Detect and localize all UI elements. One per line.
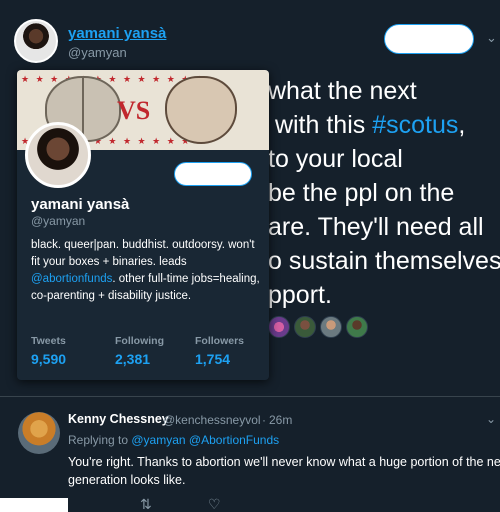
banner-vs-text: VS: [117, 96, 151, 125]
stat-value: 1,754: [195, 351, 231, 367]
author-display-name[interactable]: yamani yansà: [68, 25, 166, 42]
stat-following[interactable]: Following 2,381: [115, 335, 164, 367]
retweet-icon[interactable]: ⇅: [140, 496, 152, 512]
reply-avatar[interactable]: [18, 412, 60, 454]
profile-hover-card: ★ ★ ★ ★ ★ ★ ★ ★ ★ ★ ★ ★ ★ ★ ★ ★ ★ ★ ★ ★ …: [17, 70, 269, 380]
liker-avatar[interactable]: [320, 316, 342, 338]
reply-timestamp[interactable]: 26m: [269, 413, 292, 427]
separator-dot: ·: [262, 413, 266, 427]
liker-avatar[interactable]: [346, 316, 368, 338]
replying-mention-link[interactable]: @AbortionFunds: [189, 433, 279, 447]
reply-tweet: Kenny Chessney @kenchessneyvol · 26m ⌄ R…: [0, 400, 500, 512]
chevron-down-icon[interactable]: ⌄: [486, 30, 497, 46]
tweet-header: yamani yansà @yamyan ⌄: [14, 14, 497, 64]
replying-mention-link[interactable]: @yamyan: [131, 433, 185, 447]
stat-value: 9,590: [31, 351, 67, 367]
liker-avatars: [268, 316, 368, 340]
heart-illustration: [165, 76, 237, 144]
stat-label: Followers: [195, 335, 245, 347]
author-handle[interactable]: @yamyan: [68, 45, 127, 60]
chevron-down-icon[interactable]: ⌄: [486, 412, 496, 426]
card-handle[interactable]: @yamyan: [31, 214, 85, 228]
divider: [0, 396, 500, 397]
reply-author-name[interactable]: Kenny Chessney: [68, 412, 169, 426]
stat-value: 2,381: [115, 351, 151, 367]
reply-action-area[interactable]: [0, 498, 68, 512]
card-avatar[interactable]: [25, 122, 91, 188]
hashtag-link[interactable]: #scotus: [372, 111, 458, 139]
author-avatar[interactable]: [14, 19, 58, 63]
replying-to: Replying to @yamyan @AbortionFunds: [68, 433, 279, 447]
replying-label: Replying to: [68, 433, 132, 447]
stat-label: Following: [115, 335, 164, 347]
heart-icon[interactable]: ♡: [208, 496, 221, 512]
profile-stats: Tweets 9,590 Following 2,381 Followers 1…: [31, 335, 261, 375]
reply-author-handle[interactable]: @kenchessneyvol: [163, 413, 261, 427]
stat-followers[interactable]: Followers 1,754: [195, 335, 244, 367]
card-bio: black. queer|pan. buddhist. outdoorsy. w…: [31, 237, 261, 305]
bio-mention-link[interactable]: @abortionfunds: [31, 273, 112, 285]
bio-text: black. queer|pan. buddhist. outdoorsy. w…: [31, 239, 255, 268]
liker-avatar[interactable]: [268, 316, 290, 338]
brain-illustration-line: [82, 78, 84, 140]
card-display-name[interactable]: yamani yansà: [31, 196, 129, 213]
liker-avatar[interactable]: [294, 316, 316, 338]
card-follow-button[interactable]: [174, 162, 252, 186]
follow-button[interactable]: [384, 24, 474, 54]
tweet-text: what the next with this #scotus, to your…: [268, 74, 500, 312]
tweet-text-part: , to your local be the ppl on the are. T…: [268, 111, 500, 309]
reply-text: You're right. Thanks to abortion we'll n…: [68, 455, 500, 487]
stat-tweets[interactable]: Tweets 9,590: [31, 335, 66, 367]
reply-actions: ⇅ ♡: [0, 496, 500, 512]
stat-label: Tweets: [31, 335, 66, 347]
